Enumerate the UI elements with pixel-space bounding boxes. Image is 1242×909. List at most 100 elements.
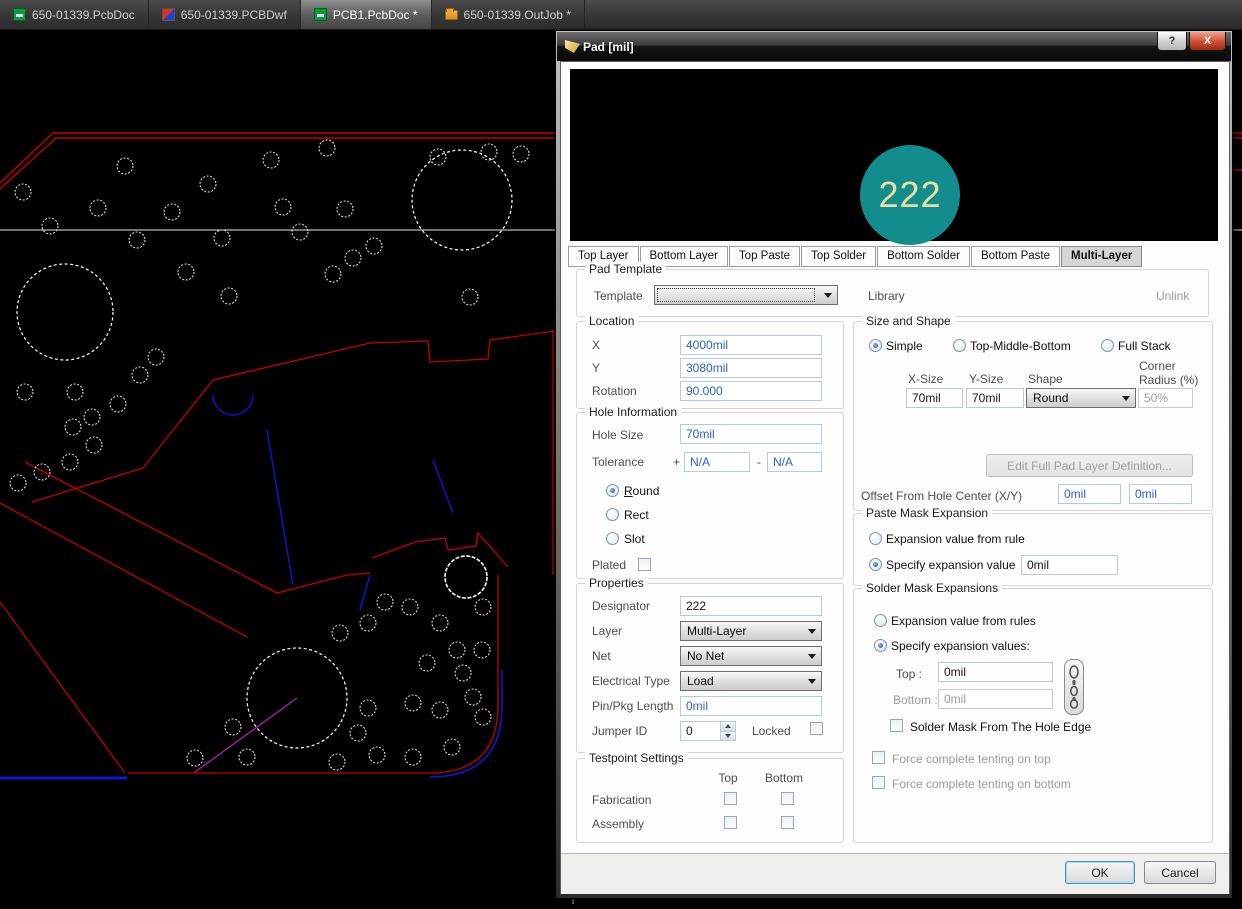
group-caption: Hole Information: [585, 405, 682, 419]
hole-shape-rect-radio[interactable]: [606, 508, 619, 521]
solder-bottom-field[interactable]: 0mil: [938, 689, 1053, 709]
bright-pad-circle: [444, 555, 488, 599]
plated-label: Plated: [592, 558, 627, 572]
group-caption: Location: [585, 314, 639, 328]
y-field[interactable]: 3080mil: [680, 358, 822, 378]
tolerance-minus-sign: -: [757, 455, 761, 469]
tenting-bottom-checkbox[interactable]: [872, 776, 885, 789]
locked-checkbox[interactable]: [810, 722, 823, 735]
red-traces: [0, 330, 556, 774]
full-stack-radio[interactable]: [1101, 339, 1114, 352]
solder-from-rules-label: Expansion value from rules: [891, 614, 1036, 628]
edit-full-pad-layer-definition-button[interactable]: Edit Full Pad Layer Definition...: [986, 454, 1193, 477]
paste-from-rule-radio[interactable]: [869, 532, 882, 545]
doc-tab-pcbdoc[interactable]: 650-01339.PcbDoc: [0, 0, 149, 29]
dialog-title-bar[interactable]: Pad [mil]: [557, 32, 1231, 61]
electrical-type-label: Electrical Type: [592, 674, 670, 688]
doc-tab-pcbdwf[interactable]: 650-01339.PCBDwf: [149, 0, 301, 29]
full-stack-label: Full Stack: [1118, 339, 1171, 353]
stepper-up-icon[interactable]: [721, 722, 735, 732]
offset-y-field[interactable]: 0mil: [1129, 484, 1192, 504]
stepper-down-icon[interactable]: [721, 731, 735, 740]
link-values-button[interactable]: [1064, 659, 1084, 715]
designator-label: Designator: [592, 599, 651, 613]
solder-mask-hole-edge-checkbox[interactable]: [890, 719, 903, 732]
net-dropdown[interactable]: No Net: [680, 646, 822, 666]
ysize-field[interactable]: 70mil: [966, 388, 1024, 408]
magenta-trace: [194, 697, 298, 773]
tab-top-paste[interactable]: Top Paste: [728, 246, 801, 267]
pad-preview-circle: 222: [860, 145, 960, 245]
simple-radio[interactable]: [869, 339, 882, 352]
assembly-label: Assembly: [592, 817, 645, 831]
template-combobox-value: [657, 288, 815, 302]
cancel-button[interactable]: Cancel: [1144, 861, 1216, 884]
electrical-type-value: Load: [687, 674, 714, 688]
pad-preview: 222: [570, 69, 1218, 245]
large-drill-circles: [16, 149, 513, 749]
solder-mask-hole-edge-label: Solder Mask From The Hole Edge: [910, 720, 1092, 734]
group-caption: Solder Mask Expansions: [862, 581, 1003, 595]
tolerance-plus-field[interactable]: N/A: [684, 452, 750, 472]
tab-top-solder[interactable]: Top Solder: [801, 246, 877, 267]
hole-shape-round-radio[interactable]: [606, 484, 619, 497]
layer-dropdown[interactable]: Multi-Layer: [680, 621, 822, 641]
tolerance-label: Tolerance: [592, 455, 645, 469]
pad-dialog-icon: [565, 40, 580, 53]
assembly-top-checkbox[interactable]: [724, 816, 737, 829]
assembly-bottom-checkbox[interactable]: [781, 816, 794, 829]
doc-tab-outjob[interactable]: 650-01339.OutJob *: [432, 0, 585, 29]
drill-holes: [9, 139, 530, 771]
group-caption: Pad Template: [585, 262, 667, 276]
stepper-buttons[interactable]: [720, 722, 735, 740]
library-label: Library: [868, 289, 905, 303]
pcbdoc-icon: [313, 8, 327, 21]
solder-top-field[interactable]: 0mil: [938, 662, 1053, 682]
paste-specify-radio[interactable]: [869, 558, 882, 571]
tab-bottom-paste[interactable]: Bottom Paste: [970, 246, 1060, 267]
paste-specify-label: Specify expansion value: [886, 558, 1016, 572]
fabrication-label: Fabrication: [592, 793, 652, 807]
tab-multi-layer[interactable]: Multi-Layer: [1060, 246, 1143, 267]
corner-radius-field[interactable]: 50%: [1138, 388, 1193, 408]
xsize-field[interactable]: 70mil: [906, 388, 963, 408]
jumper-id-stepper[interactable]: 0: [680, 721, 736, 741]
chevron-down-icon: [808, 628, 816, 634]
top-middle-bottom-label: Top-Middle-Bottom: [970, 339, 1071, 353]
top-middle-bottom-radio[interactable]: [953, 339, 966, 352]
doc-tab-label: PCB1.PcbDoc *: [332, 7, 418, 22]
x-field[interactable]: 4000mil: [680, 335, 822, 355]
ok-button[interactable]: OK: [1065, 861, 1135, 884]
unlink-link[interactable]: Unlink: [1156, 289, 1189, 303]
tab-bottom-solder[interactable]: Bottom Solder: [877, 246, 970, 267]
hole-size-field[interactable]: 70mil: [680, 424, 822, 444]
template-combobox[interactable]: [654, 285, 838, 305]
electrical-type-dropdown[interactable]: Load: [680, 671, 822, 691]
solder-from-rules-radio[interactable]: [874, 614, 887, 627]
pin-pkg-length-field[interactable]: 0mil: [680, 696, 822, 716]
chevron-down-icon: [824, 292, 832, 298]
help-button[interactable]: ?: [1157, 32, 1187, 51]
paste-expansion-field[interactable]: 0mil: [1021, 555, 1118, 575]
designator-field[interactable]: 222: [680, 596, 822, 616]
group-paste-mask-expansion: Paste Mask Expansion: [853, 506, 1213, 586]
fabrication-bottom-checkbox[interactable]: [781, 792, 794, 805]
jumper-id-label: Jumper ID: [592, 724, 648, 738]
tenting-top-checkbox[interactable]: [872, 751, 885, 764]
rotation-field[interactable]: 90.000: [680, 381, 822, 401]
close-button[interactable]: X: [1189, 32, 1226, 51]
doc-tab-pcb1-active[interactable]: PCB1.PcbDoc *: [300, 0, 432, 29]
plated-checkbox[interactable]: [638, 558, 651, 571]
solder-specify-radio[interactable]: [874, 639, 887, 652]
tolerance-minus-field[interactable]: N/A: [767, 452, 822, 472]
hole-shape-slot-radio[interactable]: [606, 532, 619, 545]
hole-shape-slot-label: Slot: [624, 532, 645, 546]
xsize-header: X-Size: [908, 372, 944, 386]
group-caption: Testpoint Settings: [585, 751, 688, 765]
shape-dropdown[interactable]: Round: [1026, 388, 1136, 408]
offset-x-field[interactable]: 0mil: [1058, 484, 1121, 504]
document-tab-bar: 650-01339.PcbDoc 650-01339.PCBDwf PCB1.P…: [0, 0, 1242, 30]
pcbdoc-icon: [13, 8, 26, 21]
fabrication-top-checkbox[interactable]: [724, 792, 737, 805]
chevron-down-icon: [808, 653, 816, 659]
